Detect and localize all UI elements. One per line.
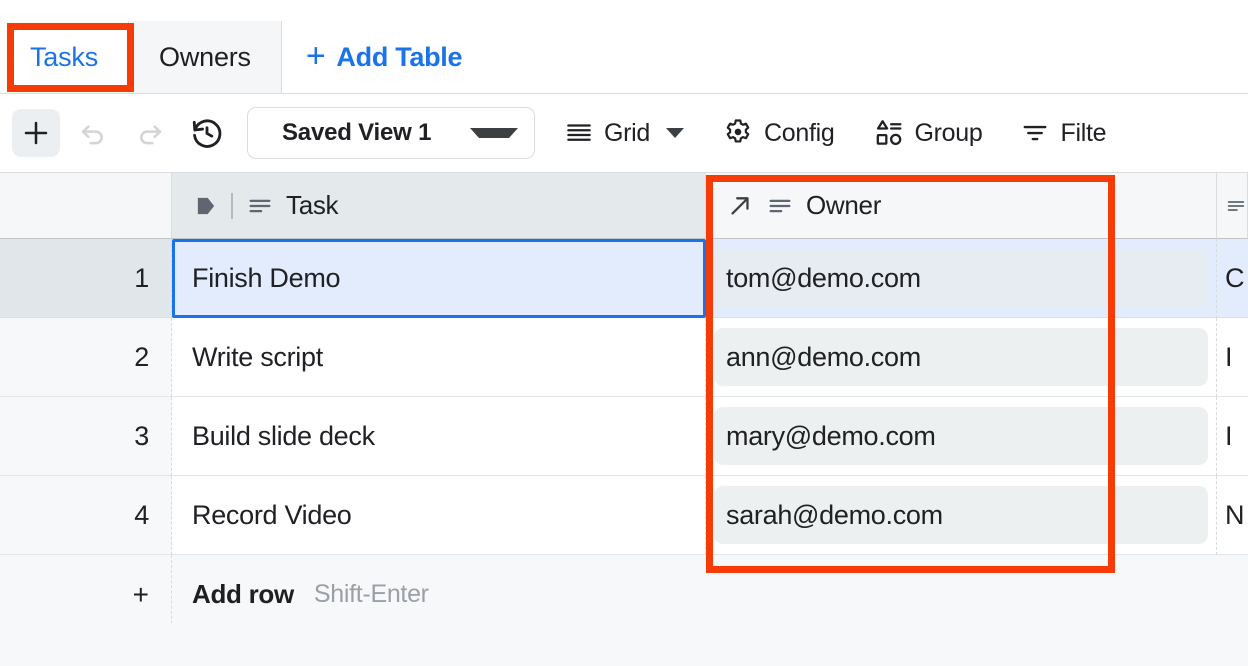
text-lines-icon <box>766 192 794 220</box>
row-number-cell[interactable]: 3 <box>0 397 172 476</box>
tab-owners-label: Owners <box>159 42 251 73</box>
saved-view-value: Saved View 1 <box>282 119 431 147</box>
divider <box>231 193 233 219</box>
row-number: 4 <box>134 500 149 531</box>
cell-next-value: N <box>1225 500 1244 531</box>
tab-tasks[interactable]: Tasks <box>0 21 129 93</box>
plus-icon: + <box>306 39 326 73</box>
row-number-cell[interactable]: 4 <box>0 476 172 555</box>
column-header-task-label: Task <box>286 190 338 221</box>
saved-view-select[interactable]: Saved View 1 <box>247 107 535 159</box>
group-shapes-icon <box>873 117 905 149</box>
row-number-cell[interactable]: 1 <box>0 239 172 318</box>
cell-owner-value: mary@demo.com <box>726 421 936 452</box>
cell-next-value: I <box>1225 342 1232 373</box>
add-row-button[interactable]: Add row Shift-Enter <box>172 555 706 623</box>
column-header-rownum[interactable] <box>0 173 172 239</box>
cell-task-value: Record Video <box>192 500 352 531</box>
table-row: 1 Finish Demo tom@demo.com C <box>0 239 1248 318</box>
reference-arrow-icon <box>726 192 754 220</box>
filter-button[interactable]: Filte <box>1011 107 1115 159</box>
table-tab-strip: Tasks Owners + Add Table <box>0 0 1248 94</box>
undo-button[interactable] <box>69 109 117 157</box>
config-label: Config <box>764 119 834 148</box>
cell-task-value: Build slide deck <box>192 421 375 452</box>
column-header-owner[interactable]: Owner <box>706 173 1217 239</box>
row-number: 3 <box>134 421 149 452</box>
grid-toolbar: Saved View 1 Grid Config <box>0 94 1248 173</box>
undo-icon <box>77 117 109 149</box>
column-header-next[interactable] <box>1217 173 1248 239</box>
group-label: Group <box>915 119 983 148</box>
redo-icon <box>134 117 166 149</box>
filter-label: Filte <box>1060 119 1106 148</box>
plus-icon <box>20 117 52 149</box>
grid-view-button[interactable]: Grid <box>555 107 693 159</box>
plus-icon: + <box>133 579 149 611</box>
cell-owner[interactable]: tom@demo.com <box>706 239 1217 318</box>
row-number: 1 <box>134 263 149 294</box>
cell-owner[interactable]: ann@demo.com <box>706 318 1217 397</box>
group-button[interactable]: Group <box>864 107 992 159</box>
history-button[interactable] <box>183 109 231 157</box>
history-clock-icon <box>190 116 224 150</box>
add-row-shortcut-hint: Shift-Enter <box>314 580 429 609</box>
cell-owner-value: sarah@demo.com <box>726 500 943 531</box>
cell-task[interactable]: Build slide deck <box>172 397 706 476</box>
reference-chip: mary@demo.com <box>714 407 1208 465</box>
cell-next-column[interactable]: N <box>1217 476 1248 555</box>
chevron-down-icon <box>666 128 684 138</box>
row-number: 2 <box>134 342 149 373</box>
add-table-button[interactable]: + Add Table <box>282 21 486 93</box>
reference-chip: sarah@demo.com <box>714 486 1208 544</box>
cell-task[interactable]: Record Video <box>172 476 706 555</box>
grid-header-row: Task Owner <box>0 173 1248 239</box>
add-row-label: Add row <box>192 579 294 610</box>
table-row: 3 Build slide deck mary@demo.com I <box>0 397 1248 476</box>
cell-owner[interactable]: sarah@demo.com <box>706 476 1217 555</box>
grid-lines-icon <box>564 118 594 148</box>
text-lines-icon <box>1225 192 1247 220</box>
row-number-cell[interactable]: 2 <box>0 318 172 397</box>
cell-owner-value: tom@demo.com <box>726 263 921 294</box>
cell-next-column[interactable]: C <box>1217 239 1248 318</box>
cell-next-column[interactable]: I <box>1217 318 1248 397</box>
chevron-down-icon <box>470 128 518 138</box>
cell-next-value: C <box>1225 263 1244 294</box>
cell-next-value: I <box>1225 421 1232 452</box>
column-header-owner-label: Owner <box>806 190 881 221</box>
add-row-bar[interactable]: + Add row Shift-Enter <box>0 555 1248 623</box>
grid-view-label: Grid <box>604 119 650 148</box>
cell-owner[interactable]: mary@demo.com <box>706 397 1217 476</box>
gear-icon <box>722 117 754 149</box>
reference-chip: tom@demo.com <box>714 249 1208 307</box>
add-row-filler <box>706 555 1217 623</box>
table-row: 4 Record Video sarah@demo.com N <box>0 476 1248 555</box>
cell-task-value: Finish Demo <box>192 263 340 294</box>
tab-tasks-label: Tasks <box>30 42 98 73</box>
app-root: Tasks Owners + Add Table <box>0 0 1248 666</box>
redo-button[interactable] <box>126 109 174 157</box>
cell-next-column[interactable]: I <box>1217 397 1248 476</box>
table-row: 2 Write script ann@demo.com I <box>0 318 1248 397</box>
expand-row-icon[interactable] <box>192 192 220 220</box>
column-header-task[interactable]: Task <box>172 173 706 239</box>
cell-task-value: Write script <box>192 342 323 373</box>
data-grid: Task Owner <box>0 173 1248 623</box>
text-lines-icon <box>246 192 274 220</box>
add-row-filler <box>1217 555 1248 623</box>
add-record-button[interactable] <box>12 109 60 157</box>
filter-icon <box>1020 118 1050 148</box>
add-row-gutter[interactable]: + <box>0 555 172 623</box>
add-table-label: Add Table <box>336 42 462 73</box>
tab-owners[interactable]: Owners <box>129 21 282 93</box>
cell-task[interactable]: Write script <box>172 318 706 397</box>
config-button[interactable]: Config <box>713 107 843 159</box>
cell-task[interactable]: Finish Demo <box>172 239 706 318</box>
cell-owner-value: ann@demo.com <box>726 342 921 373</box>
reference-chip: ann@demo.com <box>714 328 1208 386</box>
